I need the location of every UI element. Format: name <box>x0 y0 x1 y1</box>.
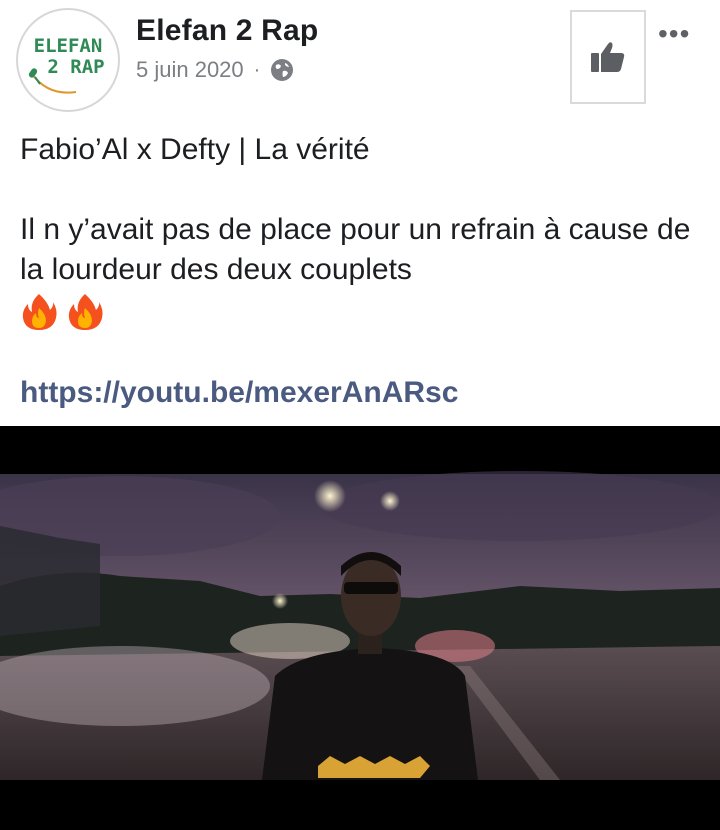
video-preview[interactable] <box>0 426 720 830</box>
elefan-logo: ELEFAN 2 RAP <box>20 12 116 108</box>
thumbs-up-icon <box>591 42 625 72</box>
logo-text-line1: ELEFAN <box>34 35 103 57</box>
logo-text-line2: 2 RAP <box>47 56 104 78</box>
post-text: Fabio’Al x Defty | La vérité Il n y’avai… <box>20 130 700 332</box>
emoji-row <box>20 292 700 332</box>
post-title: Fabio’Al x Defty | La vérité <box>20 133 370 166</box>
post-meta: 5 juin 2020 · <box>136 55 294 85</box>
meta-separator: · <box>253 58 261 81</box>
post-date[interactable]: 5 juin 2020 <box>136 57 244 83</box>
like-page-button[interactable] <box>570 10 646 104</box>
video-frame <box>0 426 720 830</box>
page-avatar[interactable]: ELEFAN 2 RAP <box>16 8 120 112</box>
page-name[interactable]: Elefan 2 Rap <box>136 14 318 48</box>
post-header: ELEFAN 2 RAP Elefan 2 Rap 5 juin 2020 · … <box>0 0 720 118</box>
fire-emoji-icon <box>22 294 57 330</box>
fire-emoji-icon <box>68 294 103 330</box>
post-body: Il n y’avait pas de place pour un refrai… <box>20 213 691 286</box>
globe-icon <box>271 59 294 81</box>
youtube-link[interactable]: https://youtu.be/mexerAnARsc <box>20 376 458 410</box>
more-options-button[interactable]: ••• <box>658 20 690 48</box>
